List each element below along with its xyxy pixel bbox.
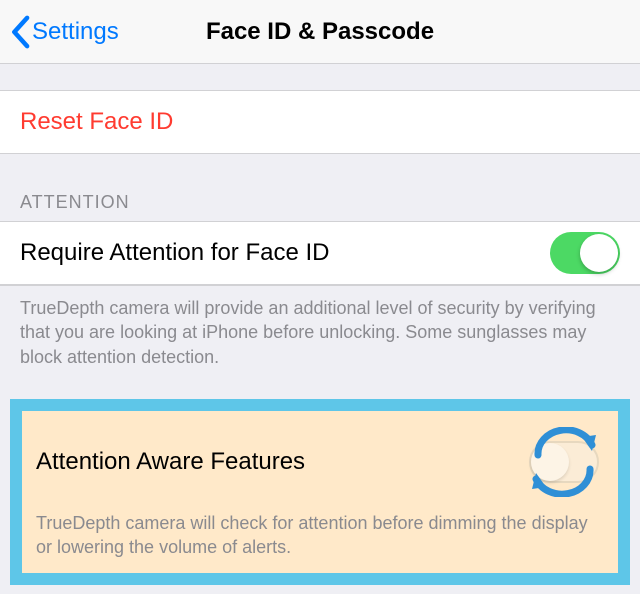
require-attention-footer: TrueDepth camera will provide an additio…: [0, 285, 640, 385]
require-attention-toggle[interactable]: [550, 232, 620, 274]
reset-face-id-row[interactable]: Reset Face ID: [0, 91, 640, 153]
attention-aware-label: Attention Aware Features: [36, 448, 524, 476]
toggle-knob: [531, 443, 569, 481]
navbar: Settings Face ID & Passcode: [0, 0, 640, 64]
attention-aware-row[interactable]: Attention Aware Features: [22, 411, 618, 505]
toggle-knob: [580, 234, 618, 272]
reset-group: Reset Face ID: [0, 90, 640, 154]
attention-aware-highlight: Attention Aware Features TrueDepth camer…: [10, 399, 630, 586]
back-button[interactable]: Settings: [10, 15, 119, 49]
require-attention-row[interactable]: Require Attention for Face ID: [0, 222, 640, 284]
attention-aware-toggle-wrap: [524, 427, 604, 497]
chevron-left-icon: [10, 15, 30, 49]
reset-face-id-label: Reset Face ID: [20, 108, 173, 136]
require-attention-label: Require Attention for Face ID: [20, 239, 550, 267]
attention-aware-footer: TrueDepth camera will check for attentio…: [22, 505, 618, 574]
back-label: Settings: [32, 18, 119, 46]
attention-section-header: ATTENTION: [0, 154, 640, 221]
attention-aware-toggle[interactable]: [529, 441, 599, 483]
require-attention-group: Require Attention for Face ID: [0, 221, 640, 285]
